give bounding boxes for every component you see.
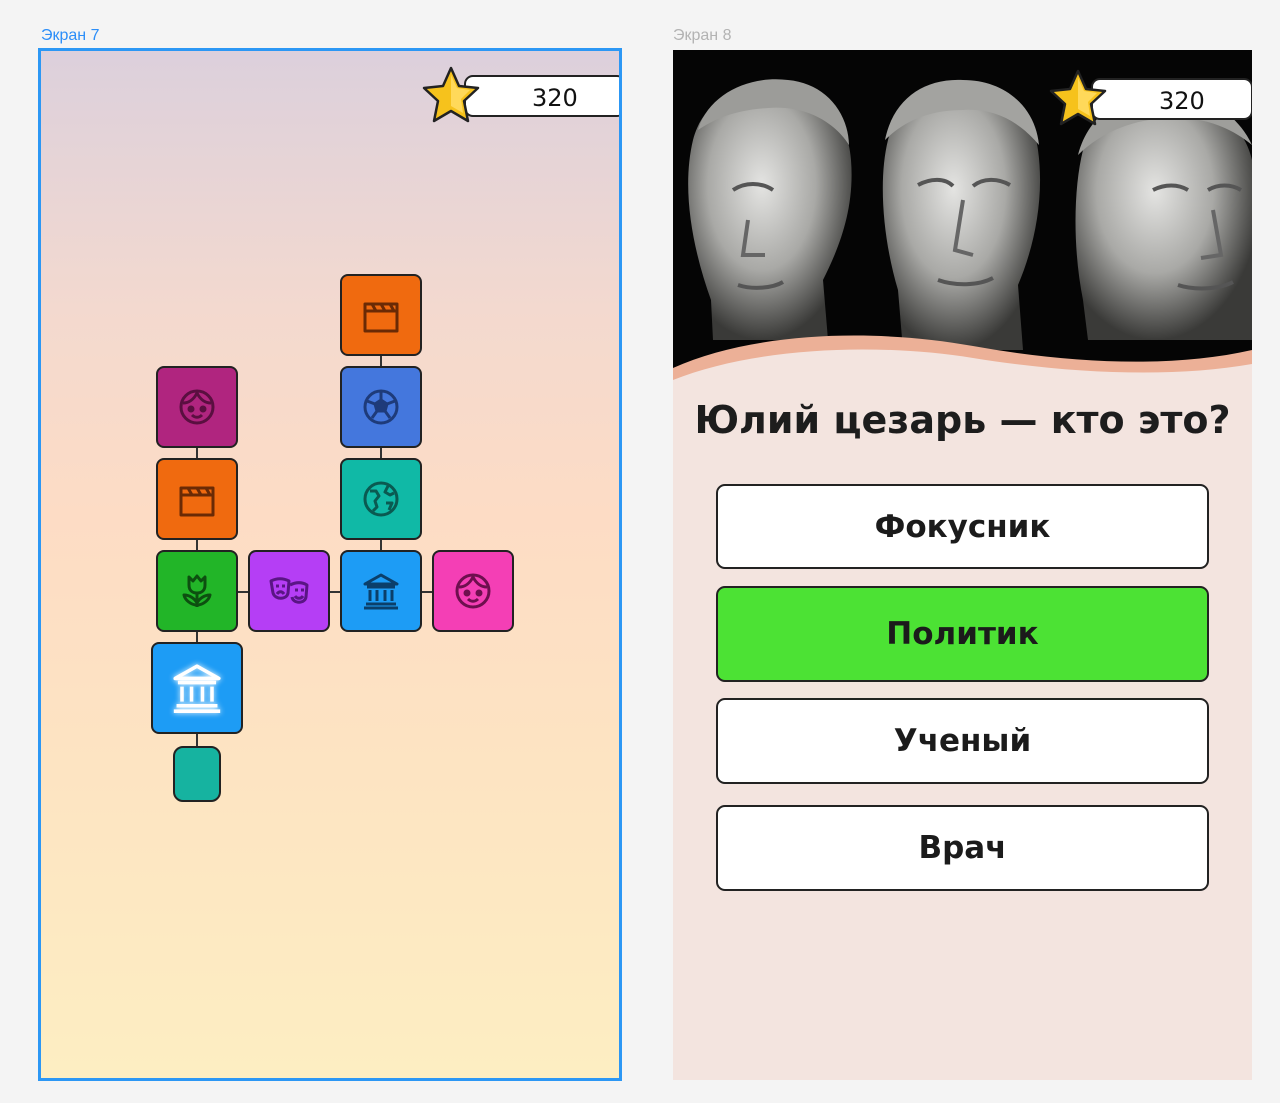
tulip-icon [182, 574, 212, 607]
answer-button[interactable]: Ученый [716, 698, 1209, 784]
answer-button[interactable]: Фокусник [716, 484, 1209, 569]
tile-theater[interactable] [248, 550, 330, 632]
tile-cinema[interactable] [340, 274, 422, 356]
tile-person[interactable] [432, 550, 514, 632]
quiz-screen: 320 Юлий цезарь — кто это? Фокусник Поли… [673, 50, 1252, 1080]
globe-icon [363, 481, 399, 517]
screen-8-label: Экран 8 [673, 27, 732, 44]
tile-geography[interactable] [340, 458, 422, 540]
answer-button-correct[interactable]: Политик [716, 586, 1209, 682]
tile-history-active[interactable] [151, 642, 243, 734]
score-counter: 320 [1049, 69, 1252, 126]
answer-button[interactable]: Врач [716, 805, 1209, 891]
question-text: Юлий цезарь — кто это? [694, 398, 1231, 442]
museum-icon [173, 664, 221, 713]
museum-icon [363, 573, 399, 610]
tile-person[interactable] [156, 366, 238, 448]
map-screen: 320 [38, 48, 622, 1081]
tile-cinema[interactable] [156, 458, 238, 540]
star-icon [422, 66, 480, 123]
tile-history[interactable] [340, 550, 422, 632]
face-icon [179, 389, 215, 425]
theater-masks-icon [269, 577, 309, 604]
screen-7-label: Экран 7 [41, 27, 100, 44]
score-value: 320 [1159, 87, 1205, 115]
bust-image [882, 79, 1041, 350]
face-icon [455, 573, 491, 609]
score-value: 320 [532, 84, 578, 112]
clapperboard-icon [363, 302, 399, 333]
star-icon [1049, 69, 1107, 126]
score-counter: 320 [422, 66, 619, 123]
clapperboard-icon [179, 486, 215, 517]
tile-locked[interactable] [173, 746, 221, 802]
tile-sport[interactable] [340, 366, 422, 448]
soccer-ball-icon [363, 389, 399, 425]
tile-nature[interactable] [156, 550, 238, 632]
